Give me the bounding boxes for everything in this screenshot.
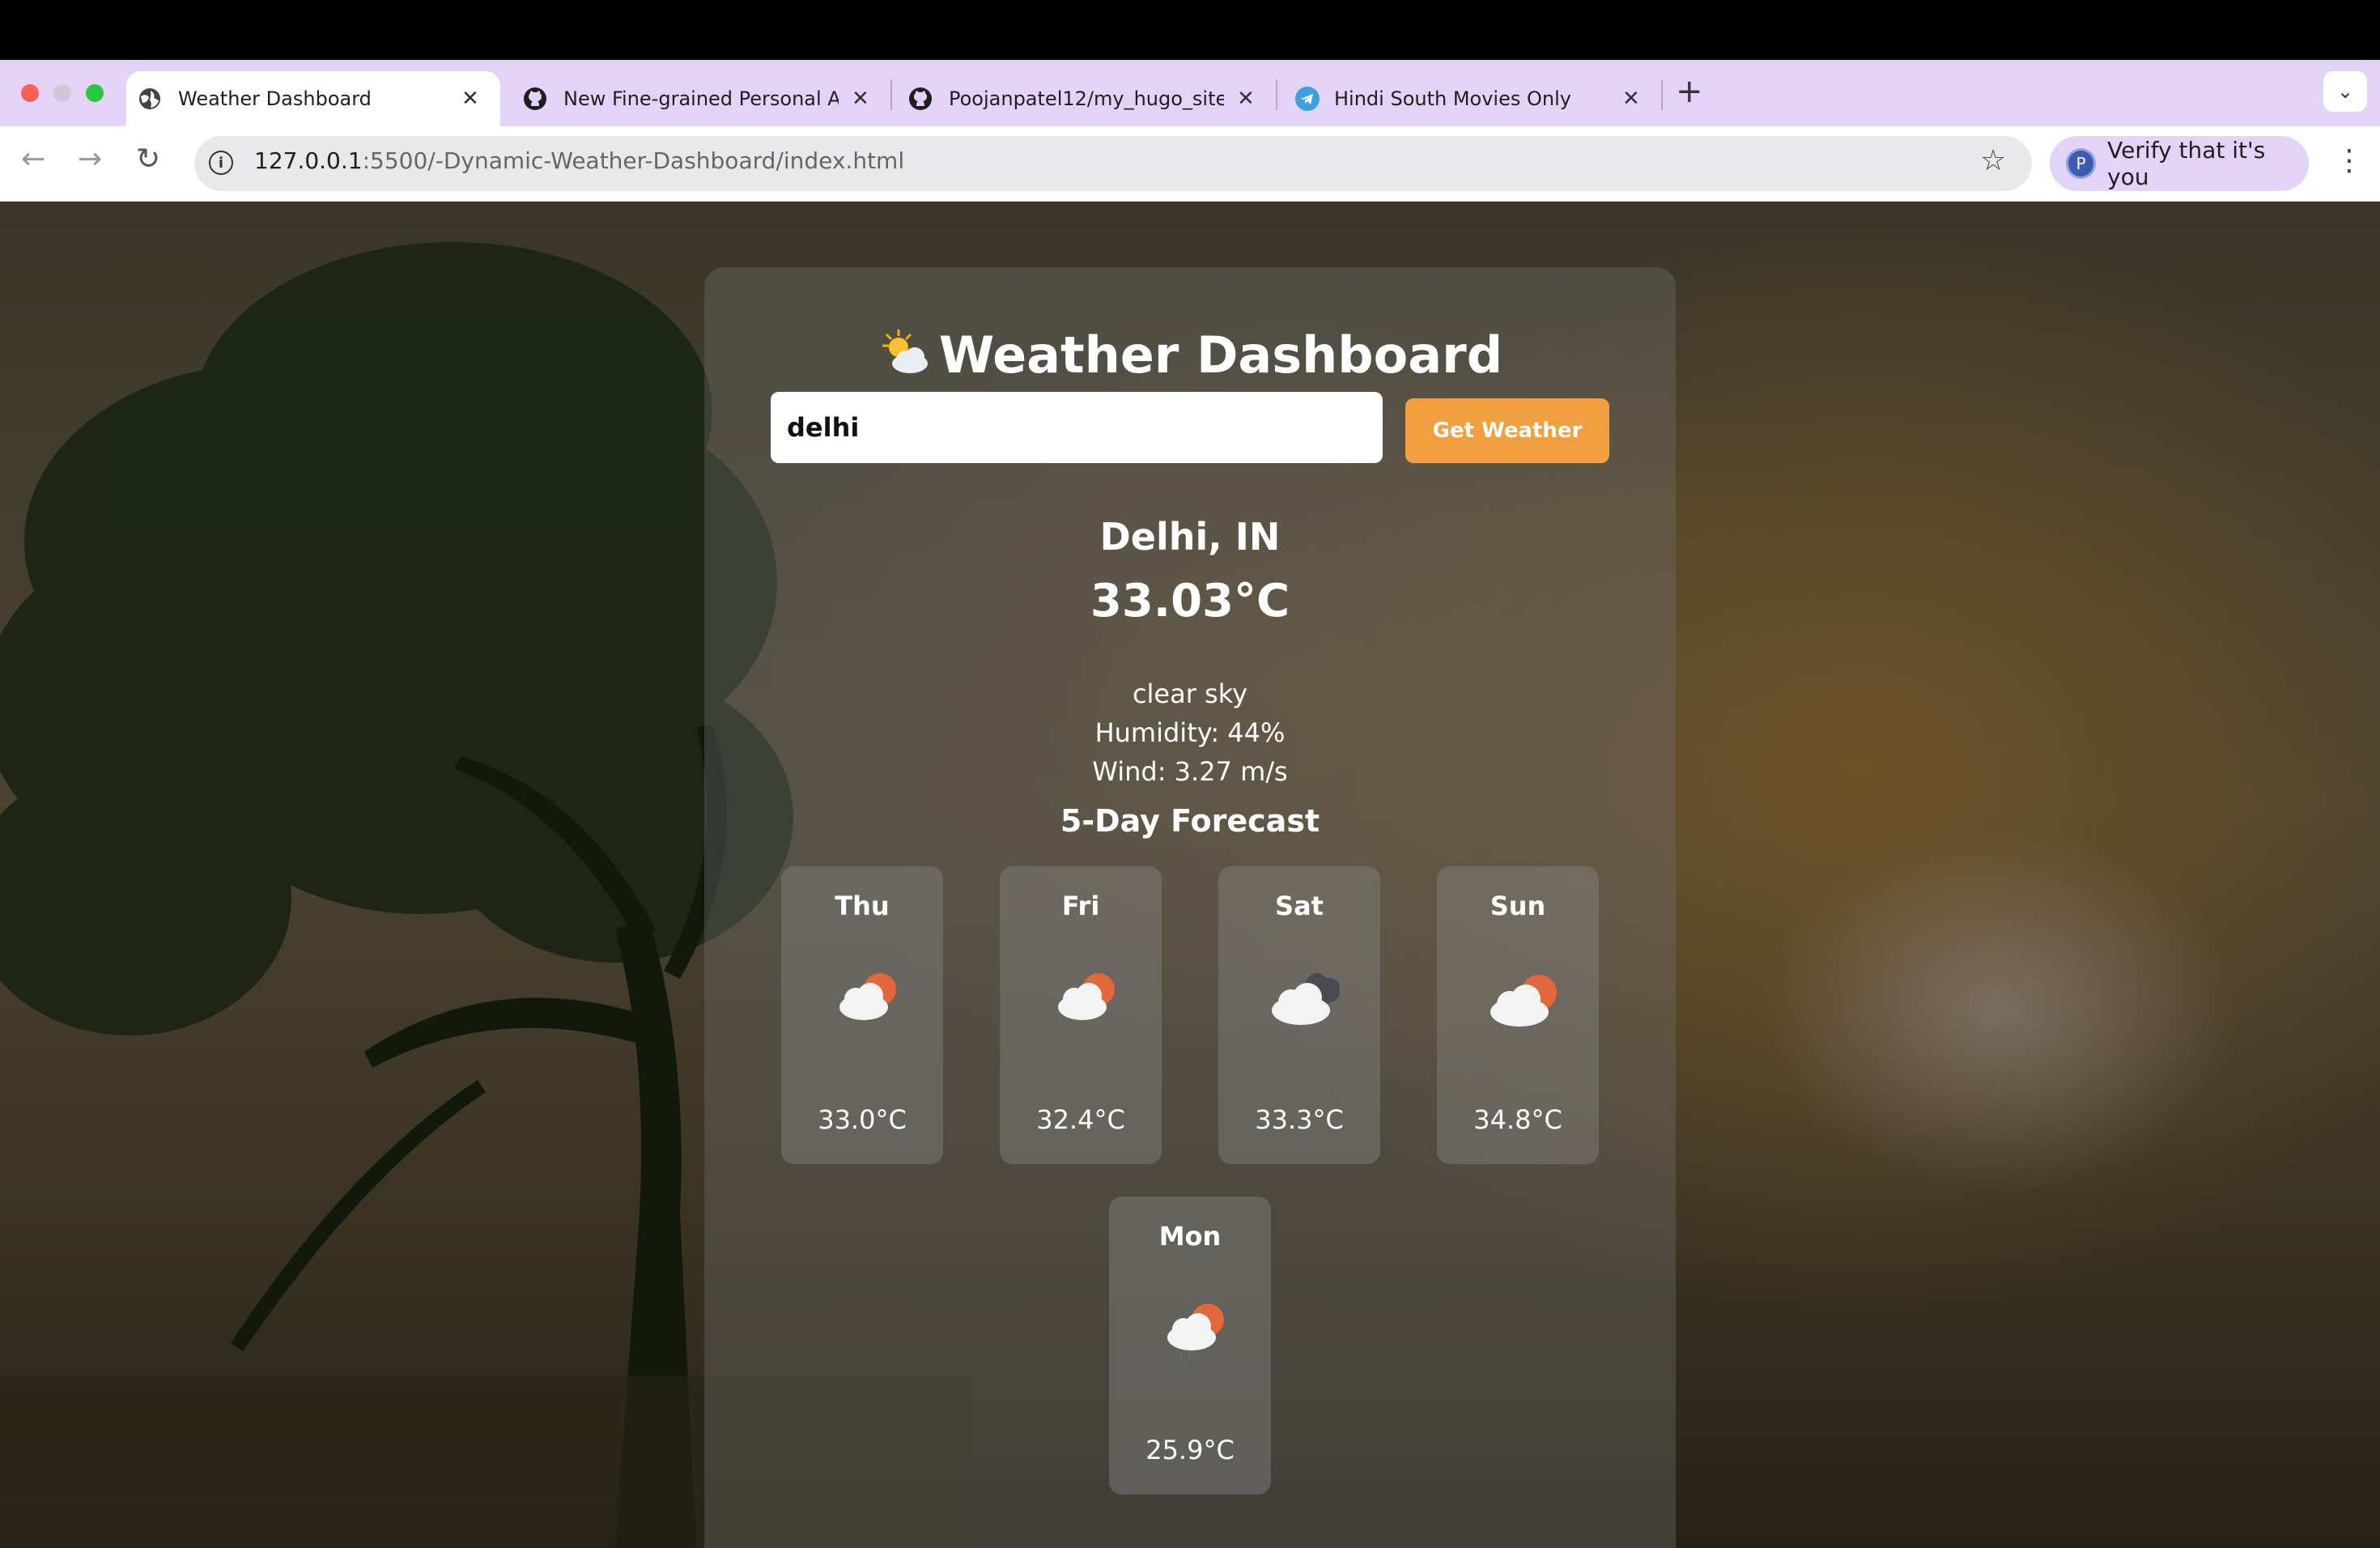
city-search-input[interactable] [771,392,1383,463]
zoom-window-button[interactable] [86,84,104,102]
tab-separator [890,79,892,110]
url-host: 127.0.0.1 [254,147,363,174]
tab-separator [1276,79,1277,110]
telegram-icon [1295,87,1320,111]
verify-identity-chip[interactable]: P Verify that it's you [2050,136,2309,191]
rain-sun-icon [1150,1286,1239,1378]
forecast-day: Thu [835,891,890,921]
close-window-button[interactable] [21,84,39,102]
tab-separator [1661,79,1663,110]
forecast-title: 5-Day Forecast [1060,803,1320,839]
forecast-temp: 25.9°C [1145,1435,1235,1465]
tab-weather-dashboard[interactable]: Weather Dashboard ✕ [126,71,500,126]
tab-title: Poojanpatel12/my_hugo_site [949,87,1224,110]
city-name: Delhi, IN [1099,515,1281,559]
get-weather-button[interactable]: Get Weather [1405,398,1609,463]
tab-title: New Fine-grained Personal Ac [563,87,839,110]
chevron-down-icon: ⌄ [2336,80,2354,103]
forecast-day: Fri [1061,891,1100,921]
tab-fine-grained-token[interactable]: New Fine-grained Personal Ac ✕ [518,71,874,126]
new-tab-button[interactable]: + [1676,73,1703,110]
more-menu-icon[interactable]: ⋮ [2335,144,2364,177]
reload-icon[interactable]: ↻ [136,142,160,176]
screen-top-bar [0,0,2380,60]
forecast-temp: 32.4°C [1036,1104,1125,1135]
github-icon [908,87,933,111]
page-viewport: Weather Dashboard Get Weather Delhi, IN … [0,202,2380,1548]
close-icon[interactable]: ✕ [1622,87,1640,111]
github-icon [523,87,547,111]
bookmark-star-icon[interactable]: ☆ [1980,144,2006,177]
sun-behind-cloud-icon [878,328,931,389]
forecast-card: Fri 32.4°C [1000,866,1162,1164]
title-text: Weather Dashboard [938,325,1503,385]
forecast-card: Mon 25.9°C [1109,1197,1271,1495]
forecast-card: Thu 33.0°C [781,866,943,1164]
back-arrow-icon[interactable]: ← [21,142,45,176]
cloudy-icon [1259,955,1348,1048]
forecast-temp: 34.8°C [1473,1104,1562,1135]
rain-sun-icon [1040,955,1129,1048]
site-info-icon[interactable]: i [209,151,233,175]
weather-description: clear sky [1132,678,1248,709]
wind-value: Wind: 3.27 m/s [1092,756,1288,787]
forecast-day: Sat [1275,891,1324,921]
tab-title: Weather Dashboard [178,87,372,110]
tab-hugo-site[interactable]: Poojanpatel12/my_hugo_site ✕ [903,71,1260,126]
forecast-card: Sat 33.3°C [1218,866,1380,1164]
forecast-day: Sun [1490,891,1546,921]
partly-cloudy-icon [1477,955,1566,1048]
verify-label: Verify that it's you [2107,137,2266,190]
forecast-temp: 33.0°C [818,1104,907,1135]
forecast-day: Mon [1158,1221,1222,1252]
tab-hindi-movies[interactable]: Hindi South Movies Only ✕ [1289,71,1645,126]
page-title: Weather Dashboard [704,325,1676,389]
url-text[interactable]: 127.0.0.1:5500/-Dynamic-Weather-Dashboar… [254,147,904,174]
rain-sun-icon [822,955,911,1048]
current-temperature: 33.03°C [1090,575,1290,627]
forecast-card: Sun 34.8°C [1437,866,1599,1164]
tab-title: Hindi South Movies Only [1334,87,1571,110]
close-icon[interactable]: ✕ [461,87,479,111]
forecast-temp: 33.3°C [1255,1104,1344,1135]
minimize-window-button[interactable] [53,84,71,102]
close-icon[interactable]: ✕ [852,87,869,111]
tab-search-button[interactable]: ⌄ [2323,71,2367,112]
weather-card: Weather Dashboard Get Weather Delhi, IN … [704,267,1676,1548]
url-path: :5500/-Dynamic-Weather-Dashboard/index.h… [362,147,905,174]
close-icon[interactable]: ✕ [1237,87,1255,111]
avatar: P [2066,148,2097,179]
forward-arrow-icon[interactable]: → [78,142,102,176]
humidity-value: Humidity: 44% [1094,717,1286,748]
globe-icon [138,87,162,111]
